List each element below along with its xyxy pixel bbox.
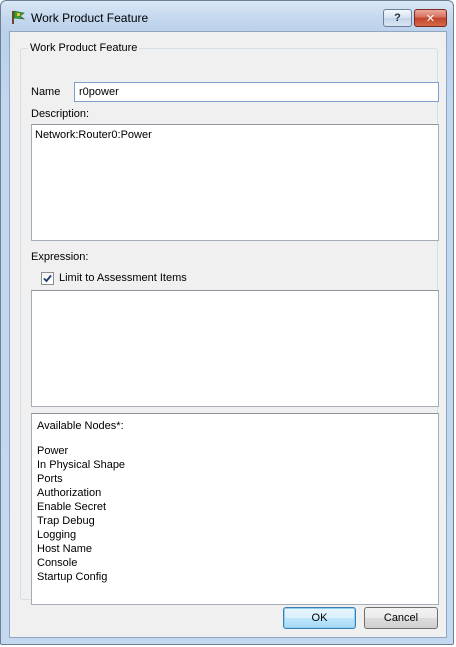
description-text: Network:Router0:Power <box>35 129 152 141</box>
flag-icon <box>12 10 25 24</box>
expression-label: Expression: <box>31 251 89 263</box>
name-input[interactable] <box>74 82 439 102</box>
dialog-body: Name Description: Network:Router0:Power … <box>9 31 447 638</box>
close-button[interactable]: ✕ <box>414 9 447 27</box>
cancel-button[interactable]: Cancel <box>364 607 438 629</box>
expression-textarea[interactable] <box>31 290 439 407</box>
available-nodes-list: Power In Physical Shape Ports Authorizat… <box>37 444 433 584</box>
limit-checkbox-label[interactable]: Limit to Assessment Items <box>59 272 187 284</box>
node-item[interactable]: In Physical Shape <box>37 458 433 472</box>
node-item[interactable]: Authorization <box>37 486 433 500</box>
help-button[interactable]: ? <box>383 9 412 27</box>
node-item[interactable]: Startup Config <box>37 570 433 584</box>
title-bar[interactable]: Work Product Feature ? ✕ <box>1 1 453 31</box>
description-label: Description: <box>31 108 90 120</box>
node-item[interactable]: Ports <box>37 472 433 486</box>
node-item[interactable]: Console <box>37 556 433 570</box>
node-item[interactable]: Logging <box>37 528 433 542</box>
available-nodes-panel: Available Nodes*: Power In Physical Shap… <box>31 413 439 605</box>
limit-checkbox[interactable] <box>41 272 54 285</box>
dialog-window: Work Product Feature ? ✕ Name Descriptio… <box>0 0 454 645</box>
window-title: Work Product Feature <box>31 11 149 25</box>
name-label: Name <box>31 86 61 98</box>
feature-group-box: Name Description: Network:Router0:Power … <box>20 48 439 605</box>
available-nodes-heading: Available Nodes*: <box>37 420 124 432</box>
group-legend: Work Product Feature <box>28 42 140 54</box>
checkmark-icon <box>43 274 52 283</box>
node-item[interactable]: Trap Debug <box>37 514 433 528</box>
node-item[interactable]: Power <box>37 444 433 458</box>
node-item[interactable]: Enable Secret <box>37 500 433 514</box>
node-item[interactable]: Host Name <box>37 542 433 556</box>
description-textarea[interactable]: Network:Router0:Power <box>31 124 439 241</box>
ok-button[interactable]: OK <box>283 607 356 629</box>
